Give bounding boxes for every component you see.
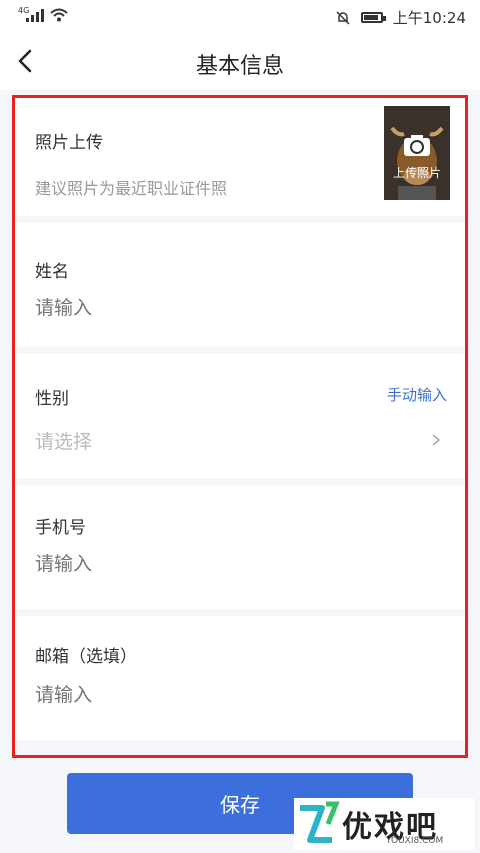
upload-photo-label: 上传照片 (392, 166, 441, 180)
cow-avatar-image (384, 106, 450, 200)
photo-hint: 建议照片为最近职业证件照 (35, 179, 228, 198)
phone-label: 手机号 (35, 518, 86, 538)
email-label: 邮箱（选填） (35, 647, 137, 667)
status-bar: 4G 上午10:24 (0, 0, 480, 34)
basic-info-form: 照片上传 建议照片为最近职业证件照 上传照片 姓名 性别 手动输入 请选择 (12, 95, 468, 758)
watermark-subtext: YOUXI8.COM (386, 836, 444, 846)
email-input[interactable] (35, 684, 415, 706)
upload-photo-button[interactable]: 上传照片 (384, 106, 450, 200)
mute-bell-icon (336, 10, 350, 25)
nav-header: 基本信息 (0, 34, 480, 90)
manual-input-link[interactable]: 手动输入 (387, 384, 447, 405)
photo-label: 照片上传 (35, 133, 103, 153)
gender-select[interactable]: 请选择 (35, 427, 415, 454)
name-input[interactable] (35, 297, 415, 319)
watermark-logo-icon (300, 801, 340, 843)
signal-area (14, 8, 68, 22)
battery-icon (360, 12, 386, 23)
photo-upload-section: 照片上传 建议照片为最近职业证件照 上传照片 (15, 98, 465, 216)
phone-section: 手机号 (15, 485, 465, 609)
email-section: 邮箱（选填） (15, 616, 465, 740)
gender-label: 性别 (35, 389, 69, 409)
status-right: 上午10:24 (335, 7, 466, 28)
name-section: 姓名 (15, 223, 465, 347)
watermark-logo: 优戏吧 YOUXI8.COM (294, 798, 474, 850)
gender-section: 性别 手动输入 请选择 (15, 354, 465, 478)
name-label: 姓名 (35, 262, 69, 282)
wifi-icon (50, 8, 68, 22)
page-title: 基本信息 (195, 54, 284, 79)
status-time: 上午10:24 (392, 9, 466, 27)
chevron-right-icon (432, 434, 441, 446)
phone-input[interactable] (35, 553, 415, 575)
signal-icon (26, 9, 44, 22)
